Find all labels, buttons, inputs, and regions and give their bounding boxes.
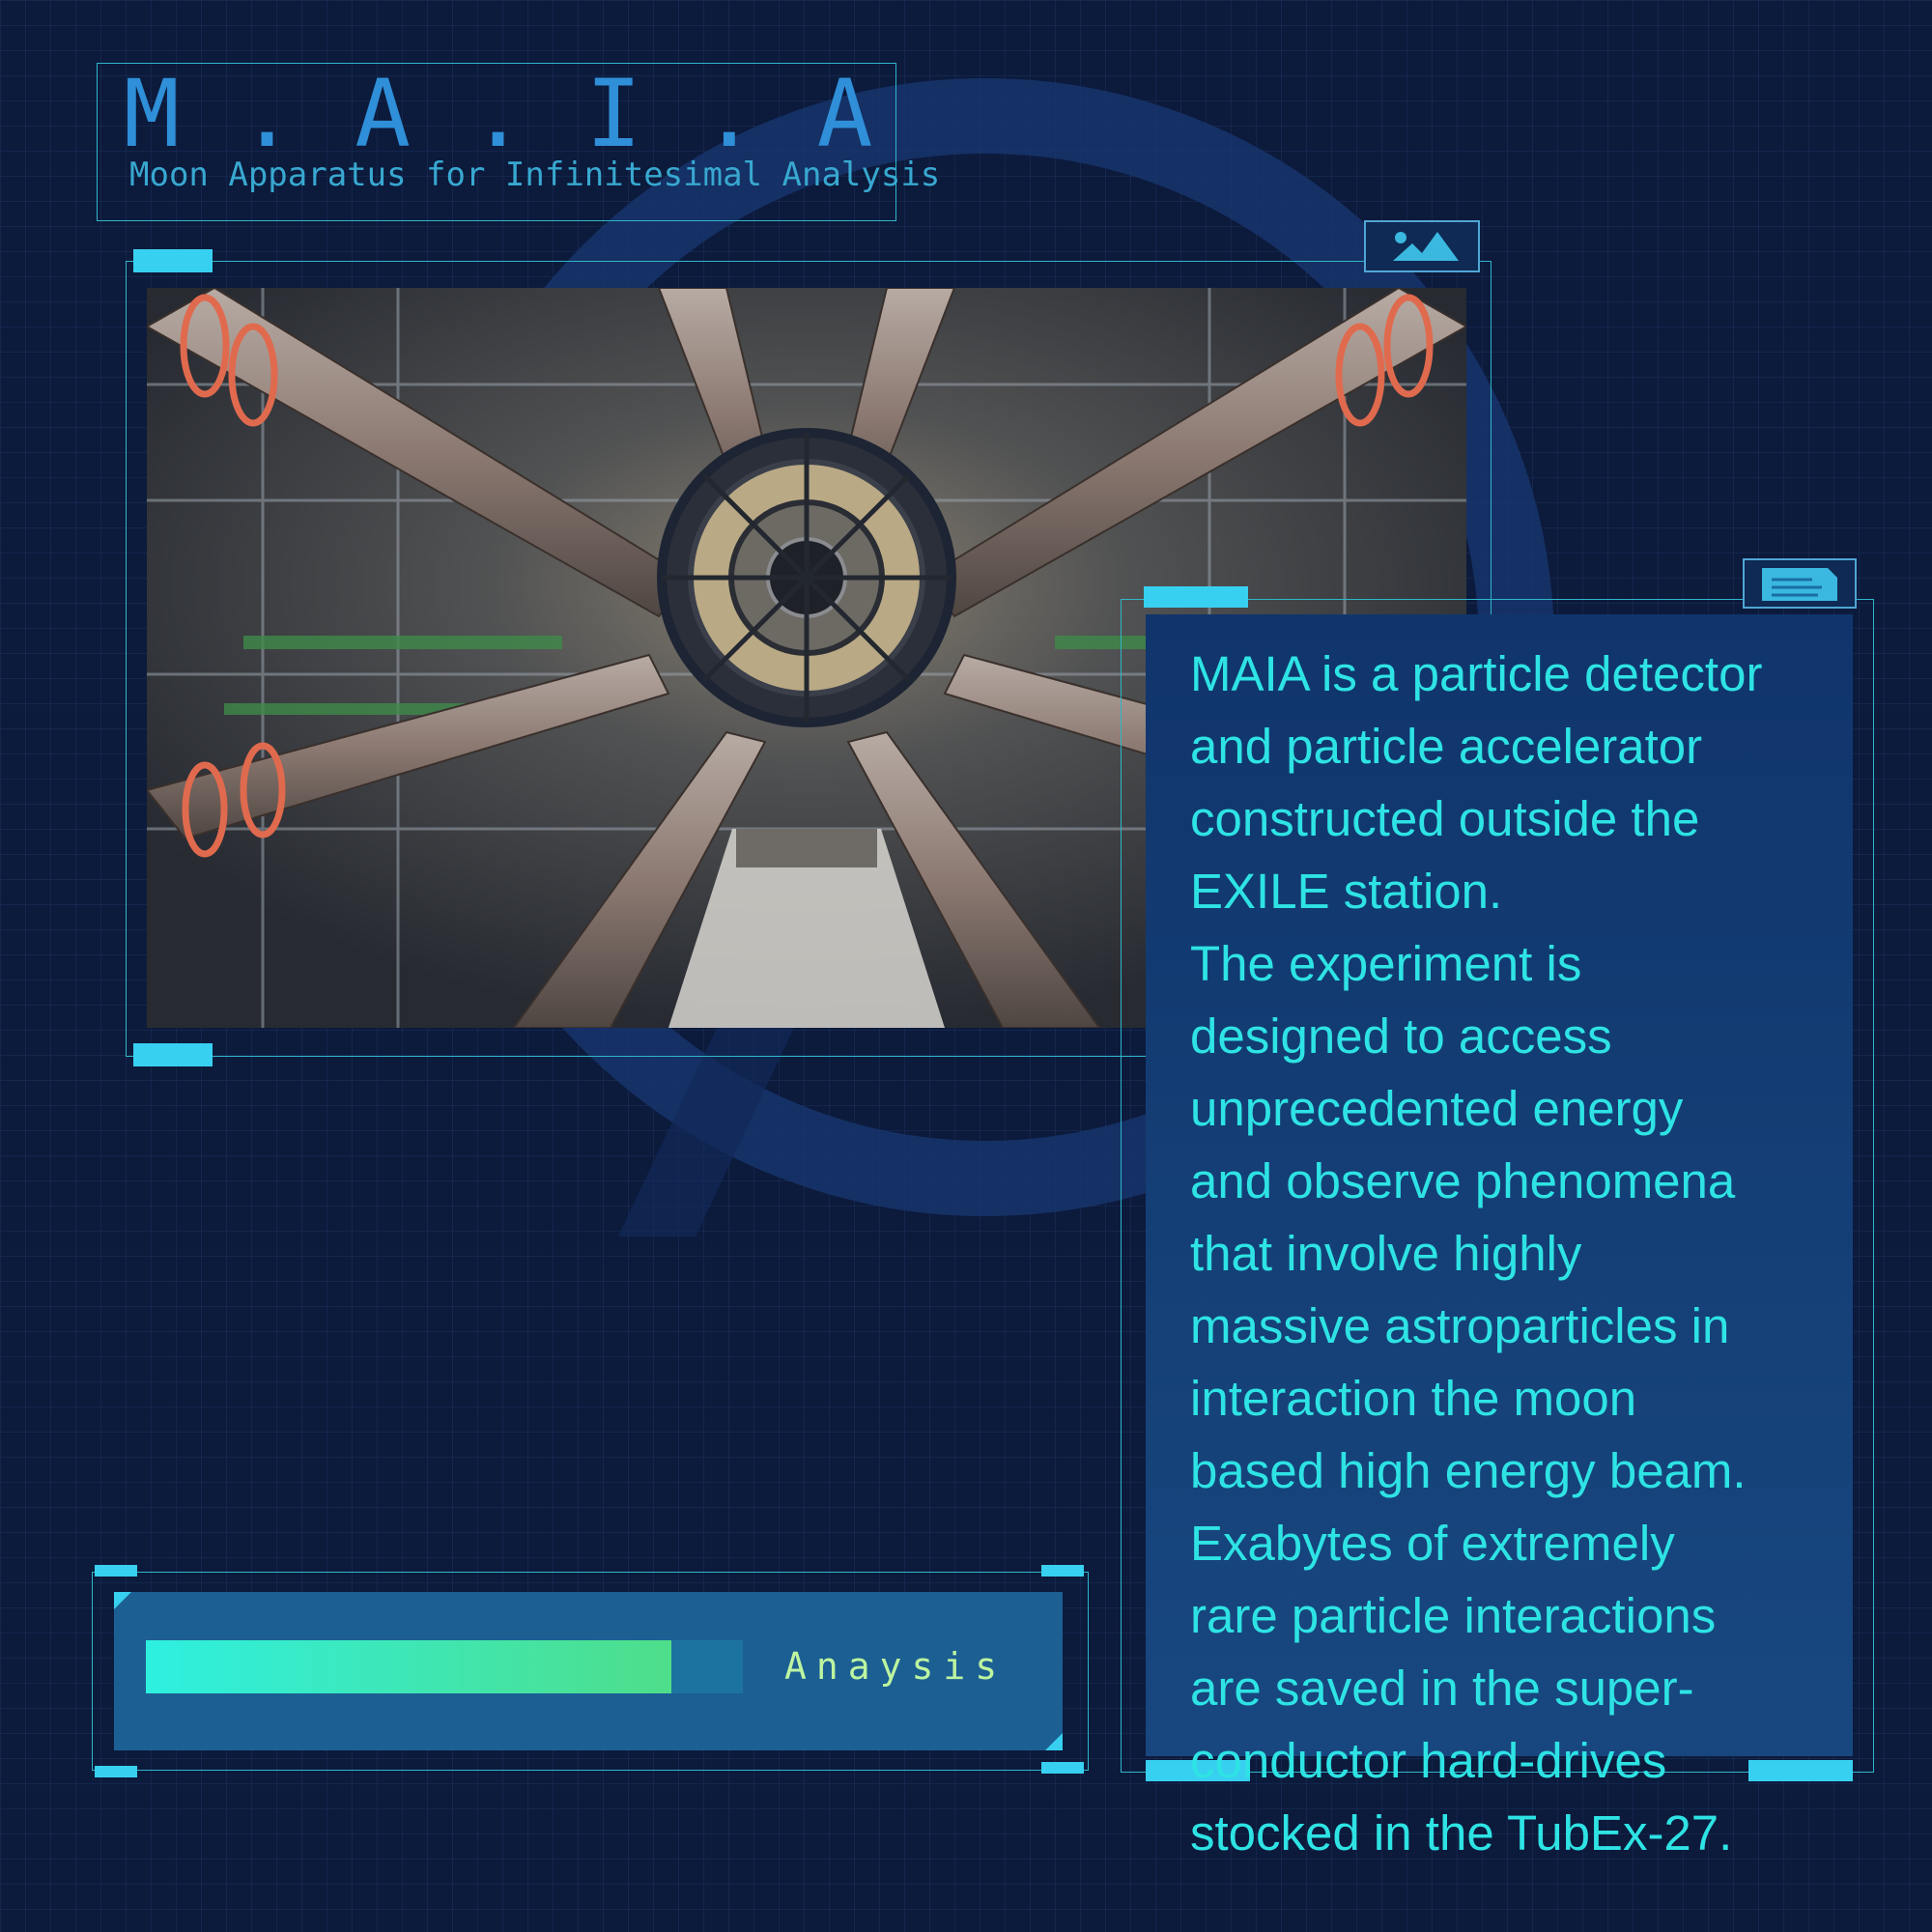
image-icon-button[interactable]	[1364, 220, 1480, 272]
page-title: M . A . I . A	[124, 60, 875, 168]
frame-tab	[95, 1766, 137, 1777]
frame-tab	[133, 249, 213, 272]
page-subtitle: Moon Apparatus for Infinitesimal Analysi…	[129, 156, 941, 194]
description-text: MAIA is a particle detector and particle…	[1190, 646, 1763, 1861]
frame-tab	[1041, 1762, 1084, 1774]
progress-fill	[146, 1640, 671, 1693]
frame-tab	[1144, 586, 1248, 608]
image-icon	[1393, 232, 1459, 261]
progress-label: Anaysis	[784, 1645, 1008, 1688]
frame-tab	[1041, 1565, 1084, 1577]
frame-tab	[95, 1565, 137, 1577]
document-icon-button[interactable]	[1743, 558, 1857, 609]
frame-tab	[133, 1043, 213, 1066]
document-icon	[1762, 568, 1837, 601]
